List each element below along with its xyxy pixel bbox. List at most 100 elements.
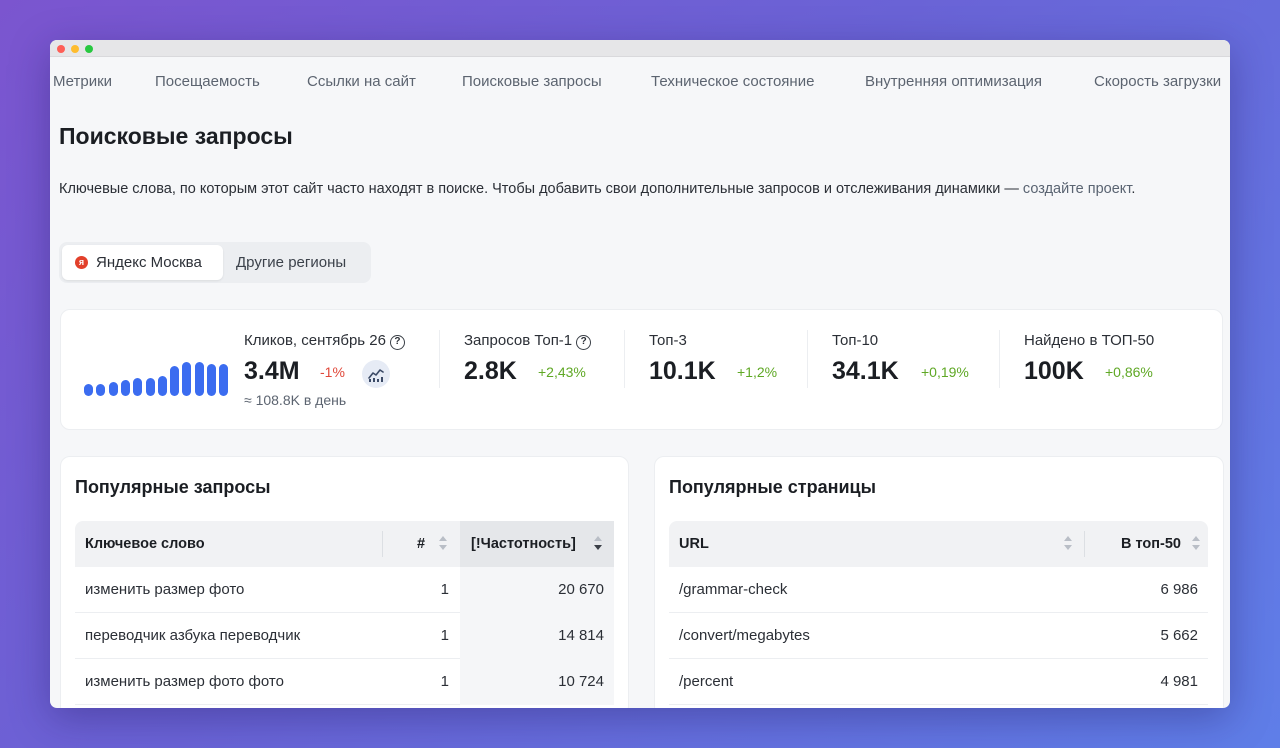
page-description: Ключевые слова, по которым этот сайт час…: [59, 176, 1209, 202]
popular-pages-panel: Популярные страницы URL В топ-50 /gramma…: [654, 456, 1224, 708]
nav-item-traffic[interactable]: Посещаемость: [155, 73, 260, 90]
column-frequency[interactable]: [!Частотность]: [460, 521, 614, 567]
stat-divider: [999, 330, 1000, 388]
help-icon[interactable]: ?: [576, 335, 592, 350]
trend-bar: [133, 378, 143, 396]
keyword-cell[interactable]: изменить размер фото: [85, 567, 244, 613]
table-row[interactable]: изменить размер фото 1 20 670: [75, 567, 614, 613]
stat-divider: [807, 330, 808, 388]
table-header: URL В топ-50: [669, 521, 1208, 567]
url-cell[interactable]: /grammar-check: [679, 567, 787, 613]
stat-top1-label: Запросов Топ-1: [464, 332, 573, 349]
stat-top50-delta: +0,86%: [1105, 364, 1153, 380]
yandex-icon: я: [75, 256, 88, 269]
frequency-cell: 14 814: [460, 613, 614, 659]
stat-top10-value: 34.1K: [832, 357, 899, 385]
trend-bar: [182, 362, 192, 396]
stat-top50: Найдено в ТОП-50 100K +0,86%: [1024, 332, 1155, 385]
popular-queries-panel: Популярные запросы Ключевое слово # [!Ча…: [60, 456, 629, 708]
stat-top50-label: Найдено в ТОП-50: [1024, 332, 1155, 349]
stat-top10-delta: +0,19%: [921, 364, 969, 380]
region-switcher: я Яндекс Москва Другие регионы: [59, 242, 371, 283]
nav-item-search-queries[interactable]: Поисковые запросы: [462, 73, 602, 90]
column-divider: [382, 531, 383, 557]
stats-card: Кликов, сентябрь 26? 3.4M -1% ≈ 108.8K в…: [60, 309, 1223, 430]
top50-cell: 4 981: [1160, 673, 1198, 690]
position-cell: 1: [440, 673, 449, 690]
trend-bar: [207, 364, 216, 396]
window-titlebar: [50, 40, 1230, 57]
stat-clicks-label: Кликов, сентябрь 26: [244, 332, 386, 349]
table-row[interactable]: /grammar-check 6 986: [669, 567, 1208, 613]
column-keyword[interactable]: Ключевое слово: [85, 521, 205, 567]
create-project-link[interactable]: создайте проект: [1023, 181, 1131, 197]
column-position[interactable]: #: [417, 521, 457, 567]
stat-top3-delta: +1,2%: [737, 364, 778, 380]
page-title: Поисковые запросы: [59, 123, 293, 149]
popular-queries-title: Популярные запросы: [75, 477, 271, 497]
table-row[interactable]: /convert/megabytes 5 662: [669, 613, 1208, 659]
position-cell: 1: [440, 581, 449, 598]
line-chart-icon[interactable]: [362, 360, 390, 388]
trend-bar: [108, 382, 118, 396]
table-row[interactable]: переводчик азбука переводчик 1 14 814: [75, 613, 614, 659]
frequency-cell: 10 724: [460, 659, 614, 705]
region-tab-other[interactable]: Другие регионы: [236, 245, 346, 280]
nav-item-page-speed[interactable]: Скорость загрузки: [1094, 73, 1221, 90]
trend-bar: [120, 380, 130, 396]
stat-top1-value: 2.8K: [464, 357, 517, 385]
browser-window: Метрики Посещаемость Ссылки на сайт Поис…: [50, 40, 1230, 708]
nav-item-onpage-optimization[interactable]: Внутренняя оптимизация: [865, 73, 1042, 90]
stat-divider: [439, 330, 440, 388]
clicks-trend-chart: [84, 361, 234, 396]
stat-top1: Запросов Топ-1? 2.8K +2,43%: [464, 332, 592, 385]
stat-top10-label: Топ-10: [832, 332, 879, 349]
column-top50-label: В топ-50: [1121, 536, 1181, 552]
url-cell[interactable]: /convert/megabytes: [679, 613, 810, 659]
stat-clicks: Кликов, сентябрь 26? 3.4M -1% ≈ 108.8K в…: [244, 332, 434, 408]
stat-top3-label: Топ-3: [649, 332, 687, 349]
column-url-label: URL: [679, 536, 709, 552]
nav-item-backlinks[interactable]: Ссылки на сайт: [307, 73, 416, 90]
stat-top1-delta: +2,43%: [538, 364, 586, 380]
trend-bar: [170, 366, 180, 396]
trend-bar: [84, 384, 93, 396]
close-window-button[interactable]: [57, 45, 65, 53]
region-tab-yandex-moscow[interactable]: я Яндекс Москва: [62, 245, 223, 280]
stat-top50-value: 100K: [1024, 357, 1084, 385]
minimize-window-button[interactable]: [71, 45, 79, 53]
trend-bar: [145, 378, 155, 396]
sort-icon: [1192, 536, 1200, 552]
top50-cell: 6 986: [1160, 581, 1198, 598]
top50-cell: 5 662: [1160, 627, 1198, 644]
nav-item-technical-state[interactable]: Техническое состояние: [651, 73, 814, 90]
sort-desc-icon: [594, 536, 602, 552]
stat-divider: [624, 330, 625, 388]
stat-clicks-delta: -1%: [320, 364, 345, 380]
description-text: Ключевые слова, по которым этот сайт час…: [59, 181, 1023, 197]
column-top50[interactable]: В топ-50: [1089, 521, 1208, 567]
keyword-cell[interactable]: изменить размер фото фото: [85, 659, 284, 705]
keyword-cell[interactable]: переводчик азбука переводчик: [85, 613, 300, 659]
trend-bar: [194, 362, 204, 396]
position-cell: 1: [440, 627, 449, 644]
stat-top3-value: 10.1K: [649, 357, 716, 385]
column-position-label: #: [417, 536, 426, 552]
table-row[interactable]: /percent 4 981: [669, 659, 1208, 705]
help-icon[interactable]: ?: [389, 335, 405, 350]
stat-clicks-value: 3.4M: [244, 357, 300, 385]
stat-top10: Топ-10 34.1K +0,19%: [832, 332, 969, 385]
description-end: .: [1131, 181, 1136, 197]
trend-bar: [157, 376, 167, 396]
column-frequency-label: [!Частотность]: [471, 536, 576, 552]
section-nav: Метрики Посещаемость Ссылки на сайт Поис…: [50, 73, 1230, 93]
nav-item-metrics[interactable]: Метрики: [53, 73, 112, 90]
maximize-window-button[interactable]: [85, 45, 93, 53]
frequency-cell: 20 670: [460, 567, 614, 613]
url-cell[interactable]: /percent: [679, 659, 733, 705]
sort-icon: [1064, 536, 1072, 552]
stat-top3: Топ-3 10.1K +1,2%: [649, 332, 777, 385]
region-tab-label: Яндекс Москва: [96, 254, 202, 271]
column-url[interactable]: URL: [679, 521, 1079, 567]
table-row[interactable]: изменить размер фото фото 1 10 724: [75, 659, 614, 705]
